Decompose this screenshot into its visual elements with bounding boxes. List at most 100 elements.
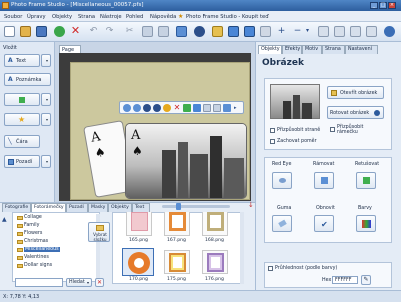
- folder-icon[interactable]: [212, 26, 223, 37]
- cut-icon[interactable]: ✂: [124, 26, 135, 37]
- view-icon[interactable]: [366, 26, 377, 37]
- fit-width-icon[interactable]: [334, 26, 345, 37]
- tab-text-lib[interactable]: Text: [132, 203, 150, 212]
- tab-effects[interactable]: Efekty: [282, 45, 302, 54]
- insert-shape-button[interactable]: [4, 93, 40, 106]
- insert-clipart-dropdown[interactable]: ▾: [41, 113, 51, 126]
- restore-button[interactable]: ✔: [314, 215, 334, 232]
- close-button[interactable]: ×: [388, 2, 396, 9]
- page-tab[interactable]: Page 1: [59, 45, 81, 59]
- rotate-right-icon[interactable]: [133, 104, 141, 112]
- menu-upravy[interactable]: Úpravy: [27, 14, 46, 20]
- menu-nastroje[interactable]: Nástroje: [100, 14, 122, 20]
- photo-frame[interactable]: A ♠ A ♠: [70, 62, 250, 200]
- tab-objects[interactable]: Objekty: [258, 45, 282, 54]
- open-image-button[interactable]: Otevřít obrázek: [327, 86, 384, 99]
- eraser-button[interactable]: [272, 215, 292, 232]
- send-back-icon[interactable]: [153, 104, 161, 112]
- eyedropper-icon[interactable]: ✎: [361, 275, 371, 285]
- help-icon[interactable]: [384, 26, 395, 37]
- insert-background-dropdown[interactable]: ▾: [41, 155, 51, 168]
- folder-dollar-signs[interactable]: Dollar signs: [24, 263, 52, 268]
- align-icon[interactable]: [213, 104, 221, 112]
- thumbnail-170-selected[interactable]: [122, 248, 154, 276]
- paste-icon[interactable]: [158, 26, 169, 37]
- tree-up-icon[interactable]: ▲: [2, 216, 10, 224]
- red-eye-button[interactable]: [272, 172, 292, 189]
- colors-button[interactable]: [356, 215, 376, 232]
- folder-collage[interactable]: Collage: [24, 215, 42, 220]
- keep-ratio-checkbox[interactable]: [270, 139, 275, 144]
- tab-backgrounds[interactable]: Pozadí: [66, 203, 88, 212]
- insert-clipart-button[interactable]: ★: [4, 113, 40, 126]
- fit-frame-checkbox[interactable]: [330, 127, 335, 132]
- flip-icon[interactable]: [203, 104, 211, 112]
- toolbar-more-icon[interactable]: ▸: [234, 104, 242, 112]
- pin-icon[interactable]: ↓: [248, 201, 254, 209]
- redo-icon[interactable]: ↷: [104, 26, 115, 37]
- transparency-checkbox[interactable]: [268, 266, 273, 271]
- folder-christmas[interactable]: Christmas: [24, 239, 48, 244]
- thumbnail-168[interactable]: [202, 212, 228, 236]
- image-icon[interactable]: [228, 26, 239, 37]
- minimize-button[interactable]: _: [370, 2, 378, 9]
- layer-icon[interactable]: [260, 26, 271, 37]
- retouch-button[interactable]: [356, 172, 376, 189]
- add-icon[interactable]: [54, 26, 65, 37]
- select-icon[interactable]: [176, 26, 187, 37]
- zoom-out-icon[interactable]: −: [292, 26, 303, 37]
- lock-icon[interactable]: [163, 104, 171, 112]
- tab-masks[interactable]: Masky: [88, 203, 108, 212]
- folder-valentines[interactable]: Valentines: [24, 255, 49, 260]
- search-button[interactable]: Hledat ▾: [66, 278, 92, 287]
- insert-note-button[interactable]: A Poznámka: [4, 73, 51, 86]
- crop-icon[interactable]: [193, 104, 201, 112]
- folder-flowers[interactable]: Flowers: [24, 231, 42, 236]
- thumbnail-175[interactable]: [164, 250, 190, 274]
- tab-frames[interactable]: Fotorámečky: [31, 203, 66, 212]
- folder-miscellaneous[interactable]: Miscellaneous: [24, 247, 60, 252]
- fit-page-checkbox[interactable]: [270, 128, 275, 133]
- image-edit-icon[interactable]: [183, 104, 191, 112]
- tab-theme[interactable]: Motiv: [302, 45, 322, 54]
- rotate-image-button[interactable]: Rotovat obrázek: [327, 106, 384, 119]
- menu-pohled[interactable]: Pohled: [126, 14, 143, 20]
- new-file-icon[interactable]: [4, 26, 15, 37]
- settings-icon[interactable]: [223, 104, 231, 112]
- tab-settings[interactable]: Nastavení: [345, 45, 378, 54]
- copy-icon[interactable]: [142, 26, 153, 37]
- thumbnail-scrollbar[interactable]: [240, 212, 244, 284]
- rotate-left-icon[interactable]: [123, 104, 131, 112]
- menu-buy-now[interactable]: Photo Frame Studio - Koupit teď: [186, 14, 269, 20]
- tab-objects-lib[interactable]: Objekty: [108, 203, 132, 212]
- menu-strana[interactable]: Strana: [78, 14, 95, 20]
- bring-front-icon[interactable]: [143, 104, 151, 112]
- zoom-in-icon[interactable]: +: [276, 26, 287, 37]
- delete-icon[interactable]: ✕: [70, 25, 81, 37]
- tab-photos[interactable]: Fotografie: [2, 203, 31, 212]
- tab-page[interactable]: Strana: [322, 45, 345, 54]
- size-slider-thumb[interactable]: [176, 203, 181, 210]
- grid-icon[interactable]: [350, 26, 361, 37]
- photo-icon[interactable]: [244, 26, 255, 37]
- thumbnail-176[interactable]: [202, 250, 228, 274]
- insert-background-button[interactable]: Pozadí: [4, 155, 40, 168]
- open-folder-icon[interactable]: [20, 26, 31, 37]
- insert-text-button[interactable]: A Text: [4, 54, 40, 67]
- fit-page-icon[interactable]: [318, 26, 329, 37]
- frame-button[interactable]: [314, 172, 334, 189]
- hex-input[interactable]: FFFFFF: [332, 276, 358, 284]
- save-icon[interactable]: [36, 26, 47, 37]
- search-input[interactable]: [15, 278, 63, 287]
- menu-napoveda[interactable]: Nápověda: [150, 14, 176, 20]
- choose-folder-button[interactable]: Vybrat složku: [88, 222, 110, 242]
- menu-soubor[interactable]: Soubor: [4, 14, 22, 20]
- thumbnail-165[interactable]: [126, 212, 152, 236]
- insert-text-dropdown[interactable]: ▾: [41, 54, 51, 67]
- clear-search-icon[interactable]: ✕: [95, 278, 104, 287]
- menu-objekty[interactable]: Objekty: [52, 14, 72, 20]
- delete-object-icon[interactable]: ✕: [173, 104, 181, 112]
- insert-line-button[interactable]: ╲ Čára: [4, 135, 40, 148]
- size-slider[interactable]: [162, 205, 230, 208]
- insert-shape-dropdown[interactable]: ▾: [41, 93, 51, 106]
